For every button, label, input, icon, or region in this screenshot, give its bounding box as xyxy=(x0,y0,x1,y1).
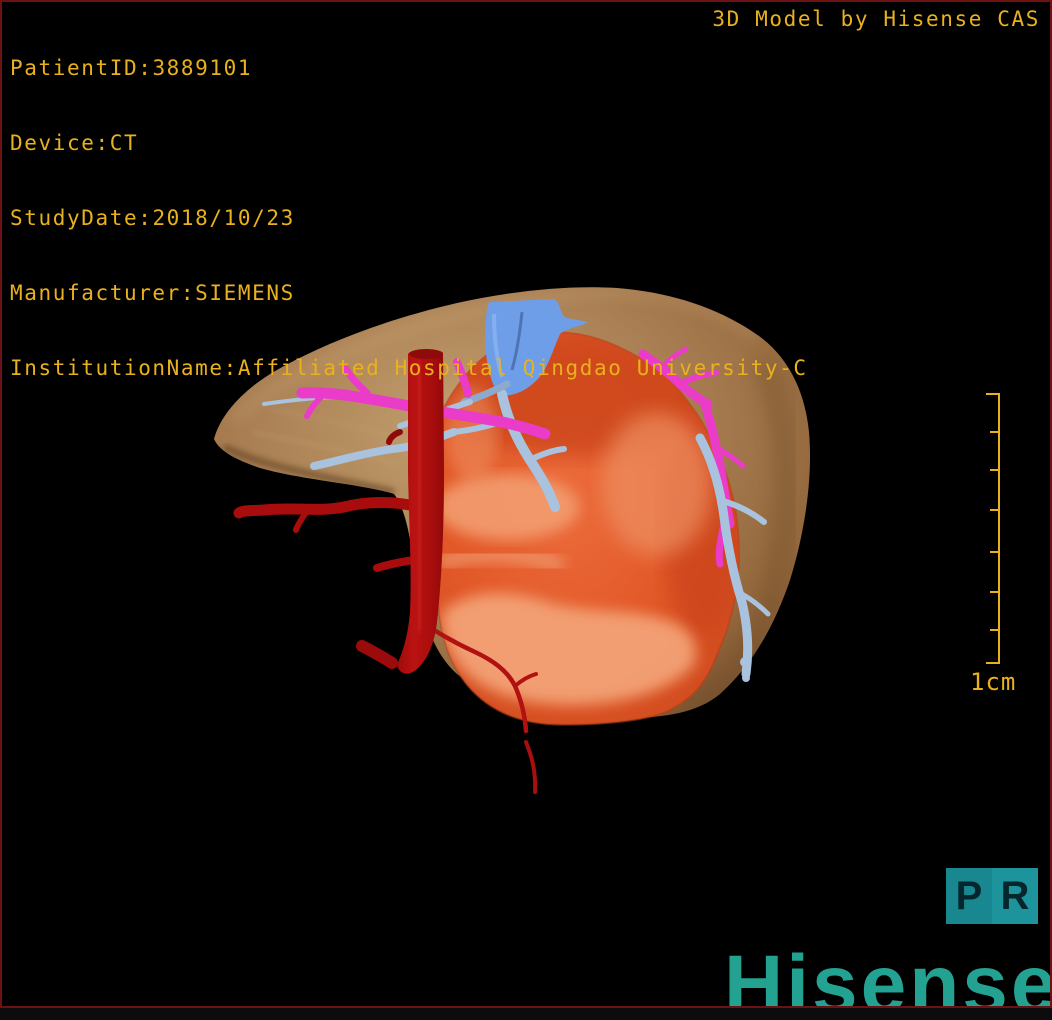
scale-bar-label: 1cm xyxy=(970,668,1016,696)
scale-bar: 1cm xyxy=(970,393,1016,696)
manufacturer-value: SIEMENS xyxy=(195,281,295,305)
device-label: Device: xyxy=(10,131,110,155)
study-date-line: StudyDate:2018/10/23 xyxy=(10,206,808,231)
study-date-value: 2018/10/23 xyxy=(152,206,295,230)
watermark-text: 3D Model by Hisense CAS xyxy=(712,7,1040,31)
window-bottom-strip xyxy=(0,1008,1052,1020)
patient-id-label: PatientID: xyxy=(10,56,153,80)
institution-label: InstitutionName: xyxy=(10,356,238,380)
patient-id-value: 3889101 xyxy=(152,56,253,80)
volume-readouts: Tumor Volume:325.9ml Liver Volume:723.1m… xyxy=(10,952,322,1006)
patient-info-block: PatientID:3889101 Device:CT StudyDate:20… xyxy=(10,6,808,431)
manufacturer-line: Manufacturer:SIEMENS xyxy=(10,281,808,306)
institution-line: InstitutionName:Affiliated Hospital Qing… xyxy=(10,356,808,381)
device-value: CT xyxy=(109,131,139,155)
pr-orientation-badge: P R xyxy=(946,868,1038,924)
patient-id-line: PatientID:3889101 xyxy=(10,56,808,81)
pr-badge-letter-p: P xyxy=(946,868,992,924)
device-line: Device:CT xyxy=(10,131,808,156)
manufacturer-label: Manufacturer: xyxy=(10,281,196,305)
hisense-logo: Hisense xyxy=(724,939,1052,1008)
viewer-window: 1cm PatientID:3889101 Device:CT StudyDat… xyxy=(0,0,1052,1008)
institution-value: Affiliated Hospital Qingdao University-C xyxy=(237,356,808,380)
pr-badge-letter-r: R xyxy=(992,868,1038,924)
study-date-label: StudyDate: xyxy=(10,206,153,230)
